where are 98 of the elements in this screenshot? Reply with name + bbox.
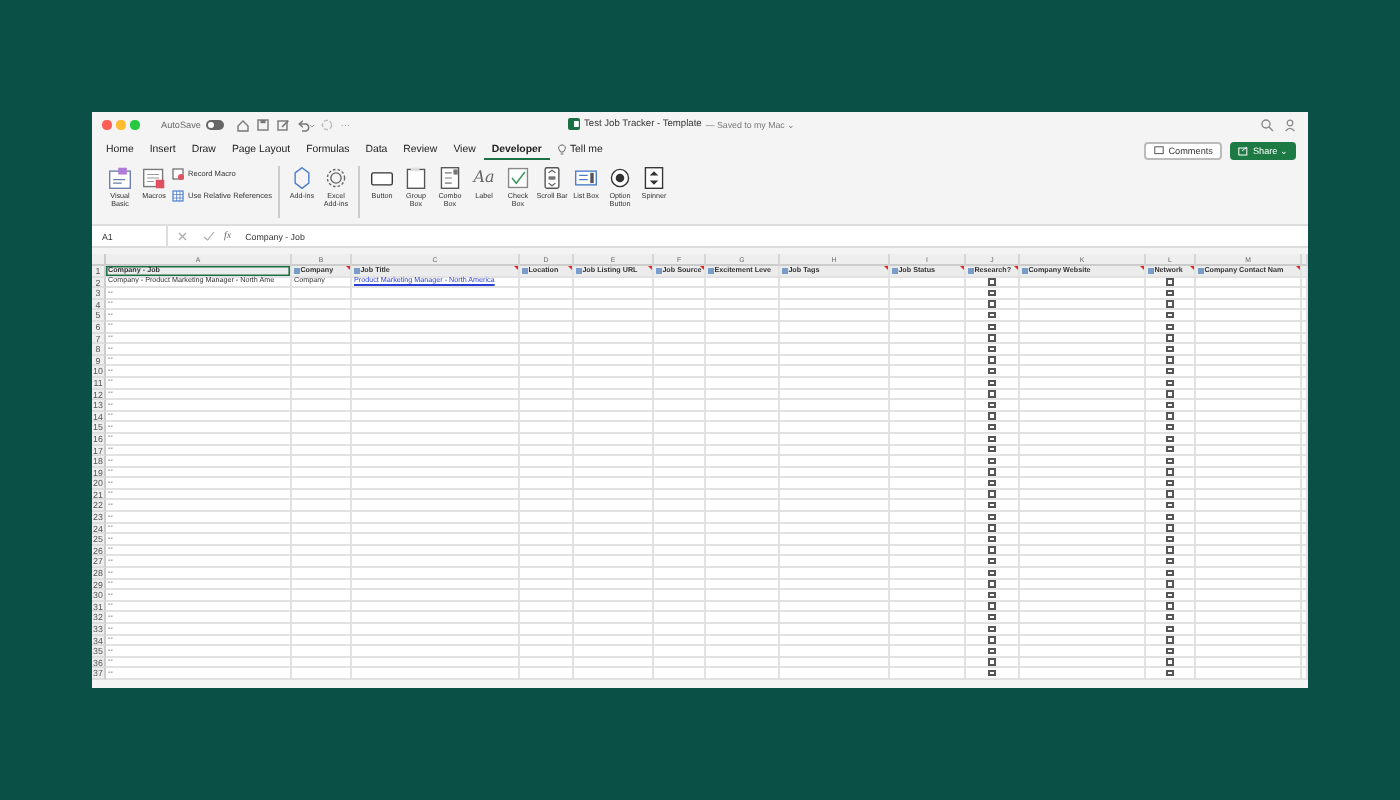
checkbox[interactable] [1166,524,1174,532]
checkbox[interactable] [1166,390,1174,398]
checkbox[interactable] [988,658,996,666]
checkbox[interactable] [988,602,996,610]
person-icon[interactable] [1284,118,1298,132]
checkbox[interactable] [988,546,996,554]
group-box-icon [404,166,428,190]
checkbox[interactable] [1166,289,1174,297]
checkbox[interactable] [1166,625,1174,632]
checkbox[interactable] [1166,569,1174,577]
checkbox[interactable] [988,379,996,386]
spinner-icon [642,166,666,190]
checkbox[interactable] [988,558,996,565]
checkbox[interactable] [988,479,996,487]
checkbox[interactable] [988,412,996,420]
checkbox[interactable] [988,367,996,375]
checkbox[interactable] [988,614,996,621]
checkbox[interactable] [988,435,996,442]
checkbox[interactable] [1166,435,1174,442]
hexagon-icon [290,166,314,190]
checkbox[interactable] [1166,580,1174,588]
checkbox[interactable] [988,289,996,297]
checkbox[interactable] [1166,423,1174,431]
checkbox[interactable] [1166,468,1174,476]
checkbox[interactable] [988,390,996,398]
checkbox[interactable] [1166,457,1174,465]
checkbox[interactable] [1166,356,1174,364]
checkbox[interactable] [988,636,996,644]
checkbox[interactable] [1166,367,1174,375]
grid-icon [172,190,184,202]
checkbox[interactable] [1166,647,1174,655]
checkbox[interactable] [988,300,996,308]
checkbox[interactable] [988,423,996,431]
scroll-bar-icon [540,166,564,190]
checkbox[interactable] [988,323,996,330]
code-window-icon [108,166,132,190]
combo-box-icon [438,166,462,190]
checkbox[interactable] [1166,669,1174,677]
checkbox[interactable] [1166,636,1174,644]
checkbox[interactable] [988,345,996,353]
checkbox[interactable] [1166,278,1174,286]
checkbox[interactable] [988,334,996,342]
edit-icon[interactable] [276,118,291,132]
checkbox[interactable] [1166,323,1174,330]
checkbox[interactable] [1166,300,1174,308]
checkbox[interactable] [1166,535,1174,543]
checkbox[interactable] [1166,614,1174,621]
autosave-toggle[interactable] [206,120,225,130]
checkbox[interactable] [988,401,996,409]
undo-icon[interactable] [296,118,315,132]
search-icon[interactable] [1260,118,1274,132]
checkbox[interactable] [988,647,996,655]
checkbox[interactable] [1166,401,1174,409]
home-icon[interactable] [236,118,251,132]
checkbox-icon [506,166,530,190]
checkbox[interactable] [988,356,996,364]
checkbox[interactable] [1166,513,1174,521]
checkbox[interactable] [1166,412,1174,420]
macro-list-icon [142,166,166,190]
list-box-icon [574,166,598,190]
record-icon [172,168,184,180]
spreadsheet-icon [568,118,580,130]
checkbox[interactable] [1166,591,1174,599]
checkbox[interactable] [988,311,996,319]
checkbox[interactable] [988,513,996,521]
checkbox[interactable] [988,524,996,532]
lightbulb-icon [557,143,566,155]
checkbox[interactable] [1166,502,1174,509]
share-icon [1238,145,1249,155]
checkbox[interactable] [1166,558,1174,565]
checkbox[interactable] [988,446,996,453]
checkbox[interactable] [988,580,996,588]
checkbox[interactable] [1166,345,1174,353]
checkbox[interactable] [1166,602,1174,610]
checkbox[interactable] [988,591,996,599]
checkbox[interactable] [988,457,996,465]
button-shape-icon [370,166,394,190]
checkbox[interactable] [1166,546,1174,554]
radio-icon [608,166,632,190]
save-icon[interactable] [256,118,271,132]
check-icon[interactable] [202,230,216,242]
checkbox[interactable] [1166,311,1174,319]
checkbox[interactable] [988,569,996,577]
gear-icon [324,166,348,190]
checkbox[interactable] [1166,446,1174,453]
checkbox[interactable] [1166,379,1174,386]
checkbox[interactable] [988,468,996,476]
checkbox[interactable] [988,502,996,509]
checkbox[interactable] [988,490,996,498]
checkbox[interactable] [1166,490,1174,498]
checkbox[interactable] [988,278,996,286]
checkbox[interactable] [1166,658,1174,666]
checkbox[interactable] [988,669,996,677]
checkbox[interactable] [1166,334,1174,342]
checkbox[interactable] [988,535,996,543]
checkbox[interactable] [988,625,996,632]
comment-icon [1154,145,1165,155]
checkbox[interactable] [1166,479,1174,487]
